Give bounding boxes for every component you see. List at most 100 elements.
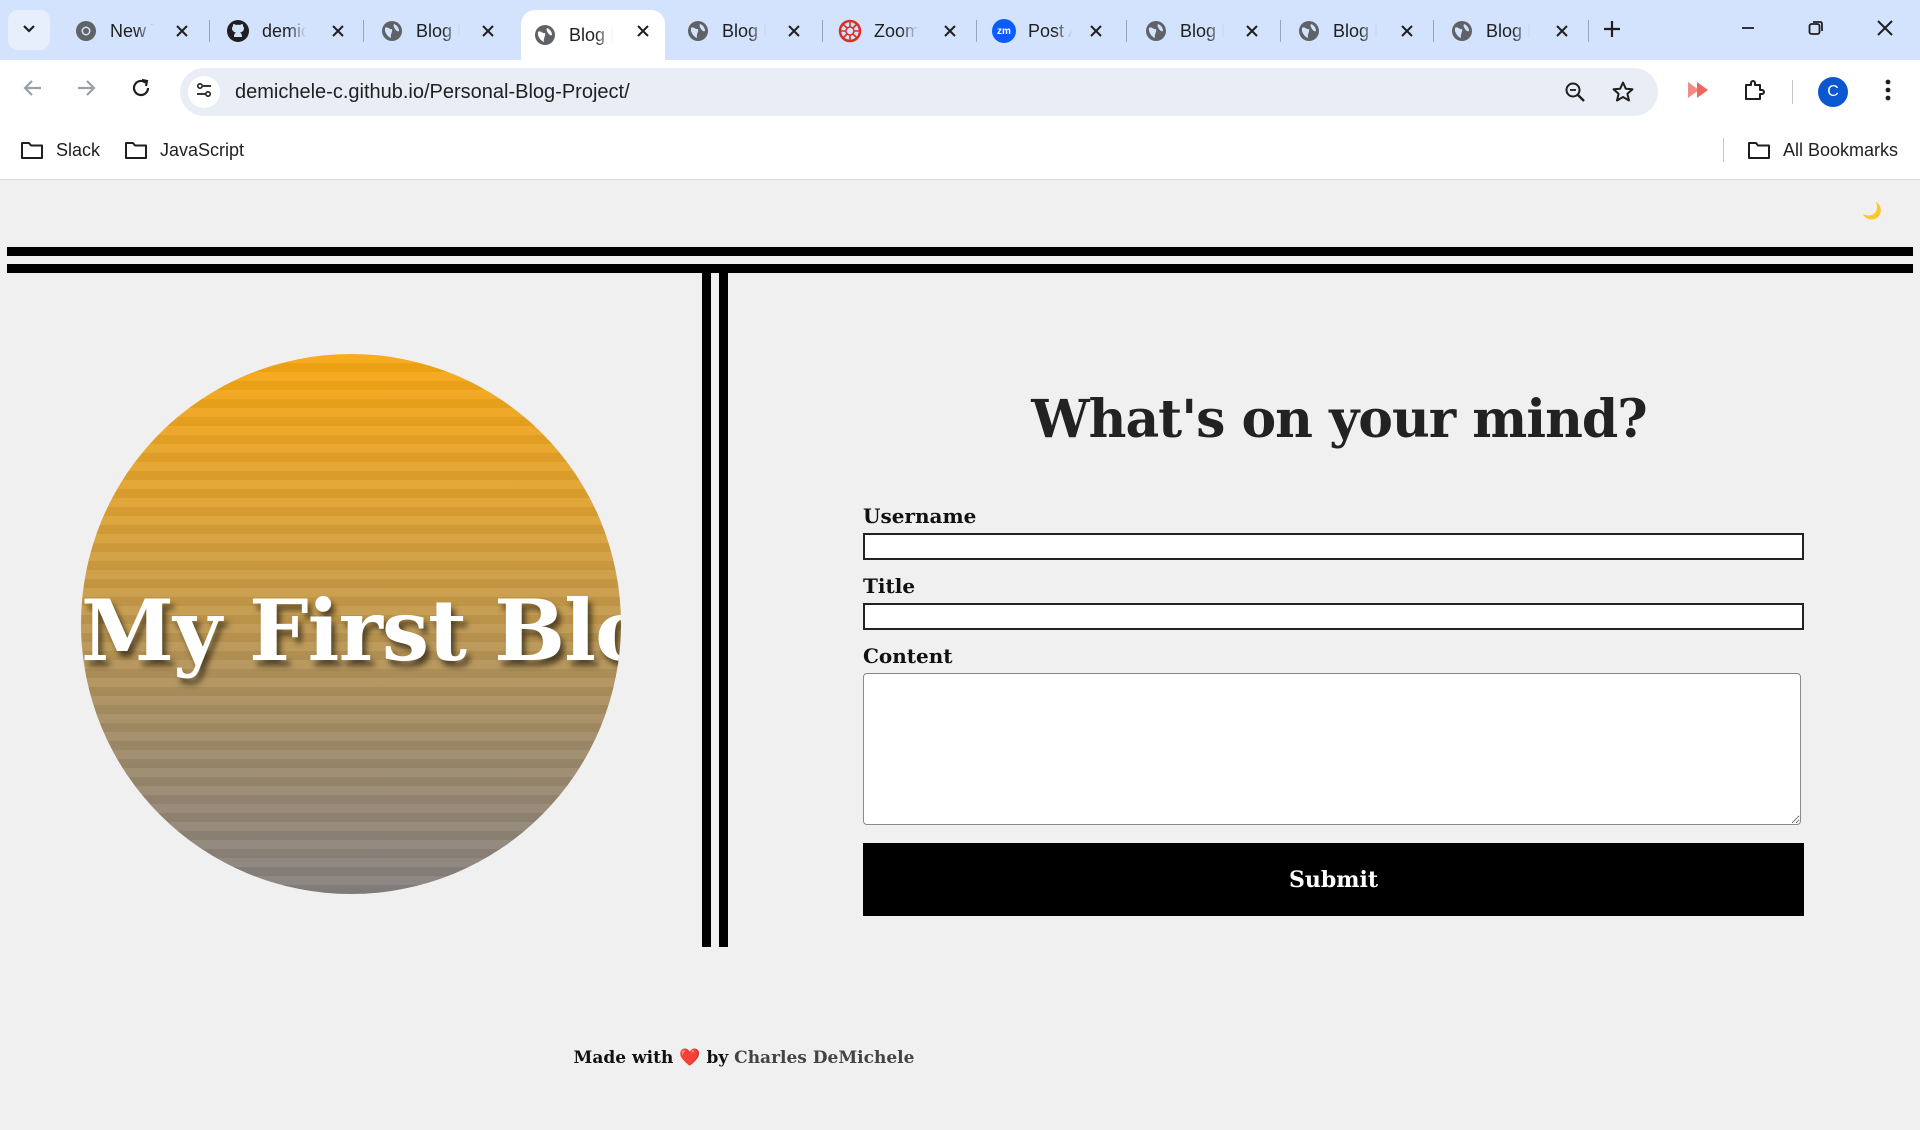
close-icon[interactable] [1397,21,1417,41]
reload-button[interactable] [125,74,157,106]
title-label: Title [863,574,916,598]
tab-title: demichele-c [262,20,306,41]
blog-title-sun-graphic: My First Blog [81,354,621,894]
folder-icon [20,140,44,160]
tab-blog-post[interactable]: Blog Post [674,10,816,52]
title-input[interactable] [863,603,1804,630]
close-icon[interactable] [1552,21,1572,41]
content-label: Content [863,644,953,668]
tab-new-tab[interactable]: New Tab [62,10,204,52]
header-rule-bottom [7,264,1913,273]
tab-blog-post[interactable]: Blog Post [1285,10,1429,52]
tab-title: New Tab [110,20,154,41]
tab-blog-post[interactable]: Blog Post [1132,10,1274,52]
header-rule-top [7,247,1913,256]
arrow-left-icon [22,77,44,104]
tab-title: Zoom [874,20,918,41]
close-icon[interactable] [1242,21,1262,41]
chrome-icon [74,19,98,43]
tab-separator [363,20,364,42]
tab-search-button[interactable] [8,10,50,50]
blog-page: 🌙 My First Blog What's on your mind? Use… [0,181,1920,1130]
all-bookmarks-button[interactable]: All Bookmarks [1747,136,1898,164]
tab-separator [1588,20,1589,42]
bookmark-label: JavaScript [160,139,245,160]
all-bookmarks-label: All Bookmarks [1783,139,1899,160]
tab-title: Post A [1028,20,1072,41]
tab-separator [209,20,210,42]
close-icon[interactable] [633,21,653,41]
zoom-app-icon [838,19,862,43]
tab-blog-post[interactable]: Blog Post [1438,10,1584,52]
globe-icon [686,19,710,43]
extensions-puzzle-icon[interactable] [1738,74,1770,106]
form-heading: What's on your mind? [1031,389,1647,450]
bookmark-folder-slack[interactable]: Slack [20,136,100,164]
bookmark-folder-javascript[interactable]: JavaScript [124,136,244,164]
tab-title: Blog Post [1486,20,1530,41]
forward-button[interactable] [70,74,102,106]
submit-button[interactable]: Submit [863,843,1804,916]
username-label: Username [863,504,977,528]
restore-button[interactable] [1793,12,1839,48]
folder-icon [1747,140,1771,160]
tab-zoom[interactable]: Zoom [826,10,972,52]
tab-github[interactable]: demichele-c [214,10,360,52]
close-icon[interactable] [328,21,348,41]
tab-blog-post-active[interactable]: Blog Post [521,10,665,60]
reload-icon [130,77,152,104]
address-bar[interactable]: demichele-c.github.io/Personal-Blog-Proj… [180,68,1658,116]
bookmark-star-icon[interactable] [1609,78,1637,106]
tab-title: Blog Post [569,24,613,45]
tab-separator [822,20,823,42]
new-tab-button[interactable] [1594,16,1630,46]
arrow-right-icon [75,77,97,104]
tab-separator [1280,20,1281,42]
site-info-button[interactable] [188,76,220,108]
globe-icon [1144,19,1168,43]
tab-separator [1433,20,1434,42]
column-divider-left [702,273,711,947]
zm-icon: zm [992,19,1016,43]
plus-icon [1603,20,1621,43]
footer-by: by [706,1048,729,1068]
tab-post-a[interactable]: zm Post A [980,10,1118,52]
tab-separator [1126,20,1127,42]
chevron-down-icon [21,20,37,41]
bookmarks-divider [1723,138,1724,162]
globe-icon [1297,19,1321,43]
footer: Made with ❤️ by Charles DeMichele [0,1048,1488,1068]
globe-icon [380,19,404,43]
tab-title: Blog Post [416,20,460,41]
close-icon[interactable] [940,21,960,41]
zoom-magnifier-icon[interactable] [1561,78,1589,106]
bookmarks-bar: Slack JavaScript All Bookmarks [0,120,1920,180]
bookmark-label: Slack [56,139,101,160]
moon-icon[interactable]: 🌙 [1862,201,1882,220]
close-icon[interactable] [478,21,498,41]
tab-title: Blog Post [1333,20,1377,41]
tab-title: Blog Post [722,20,766,41]
close-icon[interactable] [1086,21,1106,41]
close-window-button[interactable] [1862,12,1908,48]
restore-icon [1807,19,1825,42]
heart-icon: ❤️ [679,1048,701,1068]
close-icon [1876,19,1894,42]
tab-blog-post[interactable]: Blog Post [368,10,510,52]
back-button[interactable] [17,74,49,106]
content-textarea[interactable] [863,673,1801,825]
kebab-menu-icon[interactable] [1872,74,1904,106]
username-input[interactable] [863,533,1804,560]
close-icon[interactable] [172,21,192,41]
minimize-button[interactable] [1725,12,1771,48]
minimize-icon [1740,20,1756,41]
globe-icon [1450,19,1474,43]
browser-toolbar: demichele-c.github.io/Personal-Blog-Proj… [0,60,1920,120]
cast-extension-icon[interactable] [1682,74,1714,106]
blog-title: My First Blog [81,581,621,680]
globe-icon [533,23,557,47]
tab-separator [976,20,977,42]
profile-avatar[interactable]: C [1818,77,1848,107]
close-icon[interactable] [784,21,804,41]
footer-author-link[interactable]: Charles DeMichele [734,1048,914,1068]
